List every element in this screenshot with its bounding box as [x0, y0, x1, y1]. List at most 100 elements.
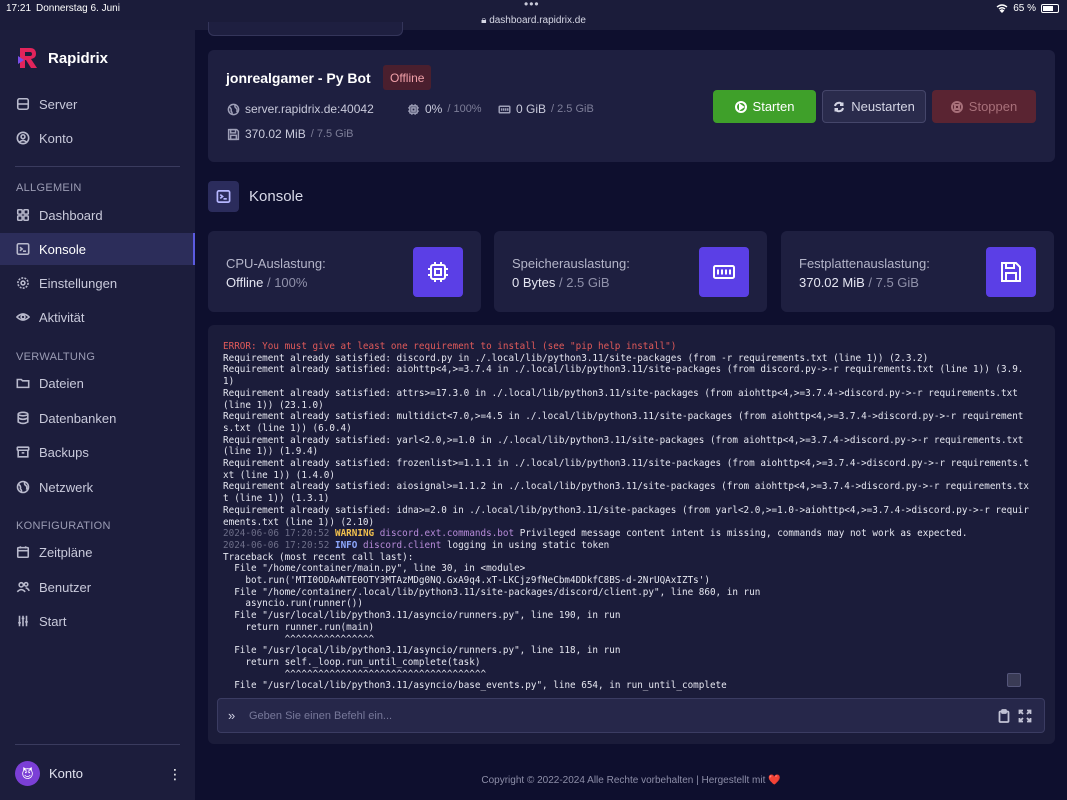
sliders-icon	[18, 615, 28, 627]
memory-icon	[713, 265, 735, 279]
sidebar-item-datenbanken[interactable]: Datenbanken	[0, 402, 195, 434]
scroll-to-bottom-handle[interactable]	[1007, 673, 1021, 687]
server-info-card: jonrealgamer - Py Bot Offline server.rap…	[208, 50, 1055, 162]
metric-value-text: 0 Bytes	[512, 275, 556, 290]
sidebar-item-dateien[interactable]: Dateien	[0, 367, 195, 399]
brand[interactable]: Rapidrix	[16, 46, 108, 70]
sidebar-item-konsole[interactable]: Konsole	[0, 233, 195, 265]
avatar[interactable]: 😈	[15, 761, 40, 786]
status-time: 17:21	[6, 3, 32, 14]
gear-icon	[17, 277, 29, 289]
log-source: discord.ext.commands.bot	[379, 528, 515, 540]
archive-icon	[16, 446, 30, 458]
sidebar-divider	[15, 166, 180, 167]
sidebar-item-aktivitaet[interactable]: Aktivität	[0, 301, 195, 333]
previous-card-edge	[208, 22, 403, 36]
stop-button[interactable]: Stoppen	[932, 90, 1036, 123]
console-line: File "/home/container/.local/lib/python3…	[223, 586, 761, 598]
account-menu[interactable]: 😈 Konto ⋮	[15, 761, 182, 786]
console-line: Requirement already satisfied: idna>=2.0…	[223, 504, 1029, 528]
log-timestamp: 2024-06-06 17:20:52	[223, 539, 330, 551]
status-right: 65 %	[996, 3, 1059, 14]
sidebar-item-konto[interactable]: Konto	[0, 122, 195, 154]
more-dots-icon[interactable]: •••	[524, 0, 540, 11]
disk-value: 370.02 MiB	[245, 127, 306, 141]
sidebar-item-label: Benutzer	[39, 579, 92, 595]
memory-value: 0 GiB	[516, 102, 547, 116]
clipboard-icon[interactable]	[997, 709, 1011, 723]
footer-text: Copyright © 2022-2024 Alle Rechte vorbeh…	[481, 775, 766, 786]
sidebar-item-einstellungen[interactable]: Einstellungen	[0, 267, 195, 299]
sidebar-item-benutzer[interactable]: Benutzer	[0, 571, 195, 603]
metric-value-text: Offline	[226, 275, 264, 290]
sidebar-item-server[interactable]: Server	[0, 88, 195, 120]
globe-icon	[227, 103, 240, 115]
metric-icon-box	[413, 247, 463, 297]
sidebar-item-start[interactable]: Start	[0, 605, 195, 637]
wifi-icon	[996, 4, 1008, 13]
stop-circle-icon	[950, 100, 963, 113]
cpu-icon	[408, 103, 419, 115]
metric-limit-text: / 7.5 GiB	[868, 275, 919, 290]
metric-icon-box	[699, 247, 749, 297]
console-line: File "/usr/local/lib/python3.11/asyncio/…	[223, 680, 727, 692]
sidebar-item-netzwerk[interactable]: Netzwerk	[0, 471, 195, 503]
log-message: logging in using static token	[446, 539, 610, 551]
metric-value: 370.02 MiB / 7.5 GiB	[799, 275, 919, 290]
calendar-icon	[16, 546, 30, 559]
floppy-disk-icon	[227, 128, 240, 140]
expand-icon[interactable]	[1018, 709, 1032, 723]
refresh-icon	[834, 101, 845, 112]
ios-status-bar: 17:21 Donnerstag 6. Juni ••• 🔒︎ dashboar…	[0, 0, 1067, 30]
start-button[interactable]: Starten	[713, 90, 816, 123]
sidebar-item-label: Konto	[39, 130, 73, 146]
console-line: File "/home/container/main.py", line 30,…	[223, 563, 526, 575]
address-bar[interactable]: 🔒︎ dashboard.rapidrix.de	[0, 15, 1067, 26]
console-line: return runner.run(main)	[223, 621, 375, 633]
disk-limit: / 7.5 GiB	[310, 128, 354, 140]
play-circle-icon	[734, 100, 747, 113]
heart-icon: ❤️	[768, 775, 781, 786]
terminal-icon	[216, 190, 231, 203]
cpu-limit: / 100%	[447, 103, 482, 115]
sidebar-item-label: Zeitpläne	[39, 544, 93, 560]
command-input[interactable]	[249, 707, 949, 725]
more-vertical-icon[interactable]: ⋮	[168, 767, 182, 781]
server-address: server.rapidrix.de:40042	[227, 102, 374, 116]
log-level: INFO	[334, 539, 358, 551]
sidebar-item-dashboard[interactable]: Dashboard	[0, 199, 195, 231]
server-memory: 0 GiB / 2.5 GiB	[498, 102, 594, 116]
sidebar-item-label: Datenbanken	[39, 410, 117, 426]
console-output[interactable]: ERROR: You must give at least one requir…	[223, 341, 1029, 693]
console-line: 2024-06-06 17:20:52 WARNING discord.ext.…	[223, 528, 1029, 540]
floppy-disk-icon	[1001, 262, 1021, 282]
console-header: Konsole	[208, 181, 303, 212]
brand-name: Rapidrix	[48, 49, 109, 67]
console-panel: ERROR: You must give at least one requir…	[208, 325, 1055, 744]
sidebar-item-zeitplaene[interactable]: Zeitpläne	[0, 536, 195, 568]
metric-label: Festplattenauslastung:	[799, 256, 930, 271]
terminal-icon	[16, 242, 30, 256]
sidebar-item-label: Netzwerk	[39, 479, 94, 495]
sidebar-item-label: Dateien	[39, 375, 84, 391]
console-line: File "/usr/local/lib/python3.11/asyncio/…	[223, 610, 621, 622]
cpu-icon	[428, 262, 448, 282]
rapidrix-logo-icon	[18, 48, 37, 68]
metric-icon-box	[986, 247, 1036, 297]
status-badge: Offline	[383, 65, 432, 90]
server-address-text: server.rapidrix.de:40042	[245, 102, 374, 116]
command-bar: »	[217, 698, 1045, 733]
sidebar-item-backups[interactable]: Backups	[0, 436, 195, 468]
sidebar-divider	[15, 744, 180, 745]
console-line: Requirement already satisfied: discord.p…	[223, 352, 929, 364]
restart-button[interactable]: Neustarten	[822, 90, 926, 123]
cpu-value: 0%	[425, 102, 443, 116]
log-source: discord.client	[362, 539, 442, 551]
memory-limit: / 2.5 GiB	[551, 103, 594, 115]
footer: Copyright © 2022-2024 Alle Rechte vorbeh…	[195, 775, 1067, 786]
metric-disk-card: Festplattenauslastung: 370.02 MiB / 7.5 …	[781, 231, 1054, 312]
log-timestamp: 2024-06-06 17:20:52	[223, 528, 330, 540]
console-line: asyncio.run(runner())	[223, 598, 363, 610]
metric-limit-text: / 2.5 GiB	[558, 275, 610, 290]
restart-button-label: Neustarten	[851, 99, 915, 114]
